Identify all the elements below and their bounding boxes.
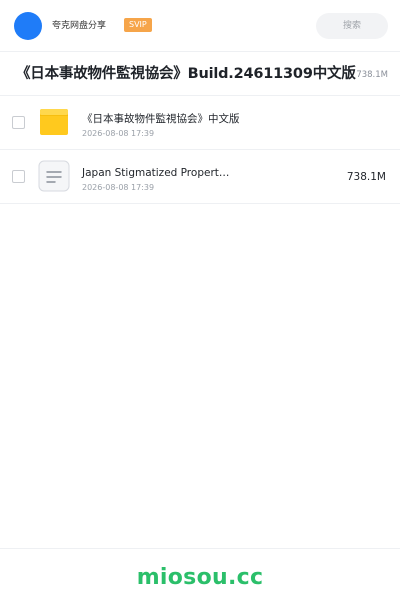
total-size: 738.1M: [356, 70, 388, 80]
page-title: 《日本事故物件監視協会》Build.24611309中文版: [16, 66, 356, 82]
item-date: 2026-08-08 17:39: [82, 129, 155, 138]
user-name[interactable]: 夸克网盘分享: [52, 19, 106, 33]
top-header: 夸克网盘分享 SVIP 搜索: [0, 0, 400, 52]
avatar[interactable]: [14, 12, 42, 40]
share-title-bar: 《日本事故物件監視協会》Build.24611309中文版 738.1M: [0, 52, 400, 96]
item-name[interactable]: Japan Stigmatized Propert…: [82, 166, 229, 180]
row-checkbox[interactable]: [12, 116, 25, 129]
row-checkbox[interactable]: [12, 170, 25, 183]
item-size: 738.1M: [346, 171, 386, 183]
svip-badge: SVIP: [124, 18, 152, 32]
footer: miosou.cc: [0, 548, 400, 600]
item-date: 2026-08-08 17:39: [82, 183, 155, 192]
folder-icon: [40, 109, 68, 135]
brand-watermark: miosou.cc: [136, 565, 264, 590]
document-icon: [38, 160, 70, 192]
file-row-document[interactable]: Japan Stigmatized Propert… 2026-08-08 17…: [0, 150, 400, 204]
search-button[interactable]: 搜索: [316, 13, 388, 39]
item-name[interactable]: 《日本事故物件監視協会》中文版: [82, 112, 240, 126]
file-row-folder[interactable]: 《日本事故物件監視協会》中文版 2026-08-08 17:39: [0, 96, 400, 150]
